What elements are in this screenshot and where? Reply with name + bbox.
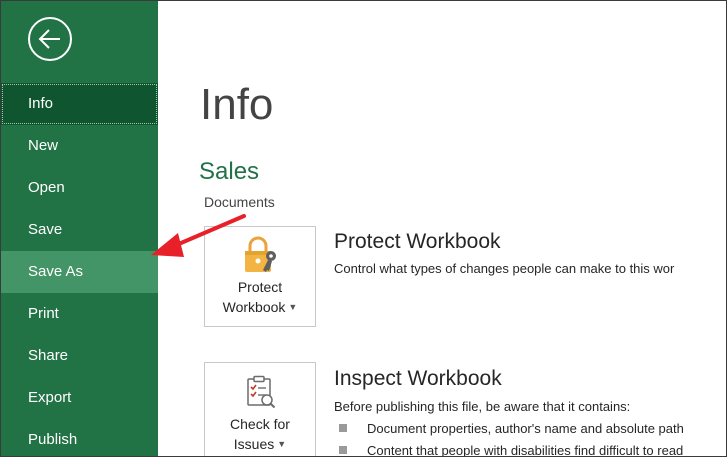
nav-item-print[interactable]: Print bbox=[1, 293, 158, 335]
inspect-workbook-description: Before publishing this file, be aware th… bbox=[334, 399, 631, 414]
nav-item-export[interactable]: Export bbox=[1, 377, 158, 419]
protect-workbook-title: Protect Workbook bbox=[334, 230, 501, 253]
bullet-square-icon bbox=[339, 446, 347, 454]
checklist-icon bbox=[247, 375, 276, 409]
protect-workbook-description: Control what types of changes people can… bbox=[334, 261, 675, 276]
bullet-square-icon bbox=[339, 424, 347, 432]
backstage-sidebar: Info New Open Save Save As Print Share E… bbox=[1, 1, 158, 456]
page-title: Info bbox=[200, 80, 274, 129]
inspect-workbook-title: Inspect Workbook bbox=[334, 367, 502, 390]
nav-item-save-as[interactable]: Save As bbox=[1, 251, 158, 293]
nav-item-share[interactable]: Share bbox=[1, 335, 158, 377]
file-location[interactable]: Documents bbox=[204, 193, 275, 211]
protect-workbook-button[interactable]: Protect Workbook ▼ bbox=[204, 226, 316, 327]
check-issues-label-line2: Issues ▼ bbox=[233, 436, 287, 452]
protect-label-line1: Protect bbox=[237, 279, 283, 295]
inspect-bullet: Document properties, author's name and a… bbox=[339, 420, 684, 438]
nav-item-save[interactable]: Save bbox=[1, 209, 158, 251]
info-pane: Info Sales Documents Protect Workbook ▼ P… bbox=[158, 1, 726, 456]
back-button[interactable] bbox=[28, 17, 72, 61]
dropdown-caret-icon: ▼ bbox=[288, 302, 298, 312]
check-for-issues-button[interactable]: Check for Issues ▼ bbox=[204, 362, 316, 456]
lock-key-icon bbox=[245, 236, 276, 272]
inspect-bullet: Content that people with disabilities fi… bbox=[339, 442, 683, 456]
backstage-window: Info New Open Save Save As Print Share E… bbox=[0, 0, 727, 457]
protect-label-line2: Workbook ▼ bbox=[222, 299, 298, 315]
back-arrow-icon bbox=[38, 29, 60, 49]
nav-item-info[interactable]: Info bbox=[1, 83, 158, 125]
nav-item-new[interactable]: New bbox=[1, 125, 158, 167]
check-issues-label-line1: Check for bbox=[230, 416, 290, 432]
nav-item-open[interactable]: Open bbox=[1, 167, 158, 209]
nav-item-publish[interactable]: Publish bbox=[1, 419, 158, 456]
dropdown-caret-icon: ▼ bbox=[277, 439, 287, 449]
file-name: Sales bbox=[199, 158, 260, 185]
